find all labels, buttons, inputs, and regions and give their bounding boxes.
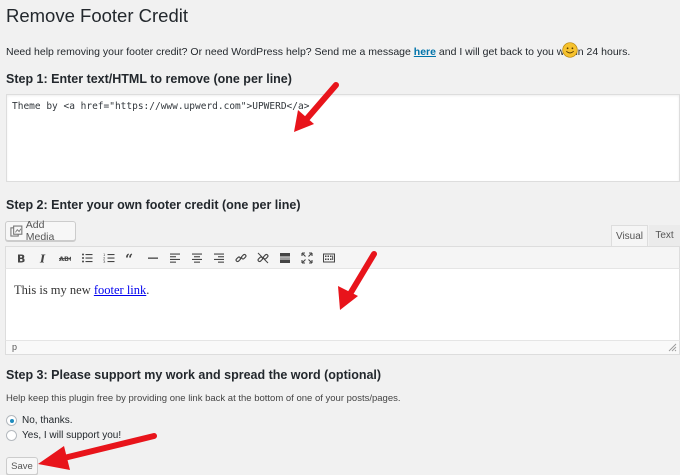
editor-text-after: . bbox=[146, 283, 150, 297]
footer-credit-editor[interactable]: This is my new footer link. bbox=[5, 269, 680, 340]
bold-icon[interactable]: B bbox=[10, 249, 32, 267]
fullscreen-icon[interactable] bbox=[296, 249, 318, 267]
help-text-after: and I will get back to you within 24 hou… bbox=[435, 46, 631, 58]
resize-handle-icon[interactable] bbox=[668, 343, 677, 352]
remove-text-textarea[interactable]: Theme by <a href="https://www.upwerd.com… bbox=[6, 94, 680, 182]
help-message: Need help removing your footer credit? O… bbox=[6, 46, 630, 58]
svg-text:3: 3 bbox=[103, 259, 106, 264]
blockquote-icon[interactable]: “ bbox=[120, 249, 142, 267]
radio-button-no-thanks[interactable] bbox=[6, 415, 17, 426]
numbered-list-icon[interactable]: 123 bbox=[98, 249, 120, 267]
element-path[interactable]: p bbox=[12, 342, 17, 352]
svg-text:ABC: ABC bbox=[59, 255, 71, 263]
strikethrough-icon[interactable]: ABC bbox=[54, 249, 76, 267]
unlink-icon[interactable] bbox=[252, 249, 274, 267]
italic-icon[interactable]: I bbox=[32, 249, 54, 267]
help-text-before: Need help removing your footer credit? O… bbox=[6, 46, 414, 58]
radio-button-support[interactable] bbox=[6, 430, 17, 441]
align-right-icon[interactable] bbox=[208, 249, 230, 267]
link-icon[interactable] bbox=[230, 249, 252, 267]
step3-description: Help keep this plugin free by providing … bbox=[6, 393, 401, 404]
page-title: Remove Footer Credit bbox=[6, 5, 188, 26]
tab-text[interactable]: Text bbox=[649, 225, 680, 246]
radio-label-no-thanks: No, thanks. bbox=[22, 415, 73, 426]
align-left-icon[interactable] bbox=[164, 249, 186, 267]
radio-option-support[interactable]: Yes, I will support you! bbox=[6, 430, 121, 441]
svg-text:I: I bbox=[39, 252, 46, 264]
step1-heading: Step 1: Enter text/HTML to remove (one p… bbox=[6, 72, 292, 86]
align-center-icon[interactable] bbox=[186, 249, 208, 267]
step3-heading: Step 3: Please support my work and sprea… bbox=[6, 368, 382, 382]
radio-label-support: Yes, I will support you! bbox=[22, 430, 122, 441]
add-media-button[interactable]: Add Media bbox=[5, 219, 76, 243]
smiley-icon bbox=[562, 42, 578, 58]
toolbar-toggle-icon[interactable] bbox=[318, 249, 340, 267]
add-media-label: Add Media bbox=[25, 219, 55, 243]
editor-text-before: This is my new bbox=[14, 283, 94, 297]
radio-option-no-thanks[interactable]: No, thanks. bbox=[6, 415, 73, 426]
svg-text:B: B bbox=[17, 252, 25, 264]
horizontal-rule-icon[interactable] bbox=[142, 249, 164, 267]
help-link[interactable]: here bbox=[414, 46, 436, 58]
footer-link[interactable]: footer link bbox=[94, 283, 146, 297]
step2-heading: Step 2: Enter your own footer credit (on… bbox=[6, 198, 301, 212]
tab-visual[interactable]: Visual bbox=[611, 225, 648, 246]
save-button[interactable]: Save bbox=[6, 457, 38, 475]
svg-text:“: “ bbox=[125, 252, 133, 264]
bullet-list-icon[interactable] bbox=[76, 249, 98, 267]
editor-statusbar: p bbox=[5, 340, 680, 355]
read-more-icon[interactable] bbox=[274, 249, 296, 267]
media-icon bbox=[10, 224, 23, 237]
editor-toolbar: B I ABC 123 “ bbox=[5, 246, 680, 269]
